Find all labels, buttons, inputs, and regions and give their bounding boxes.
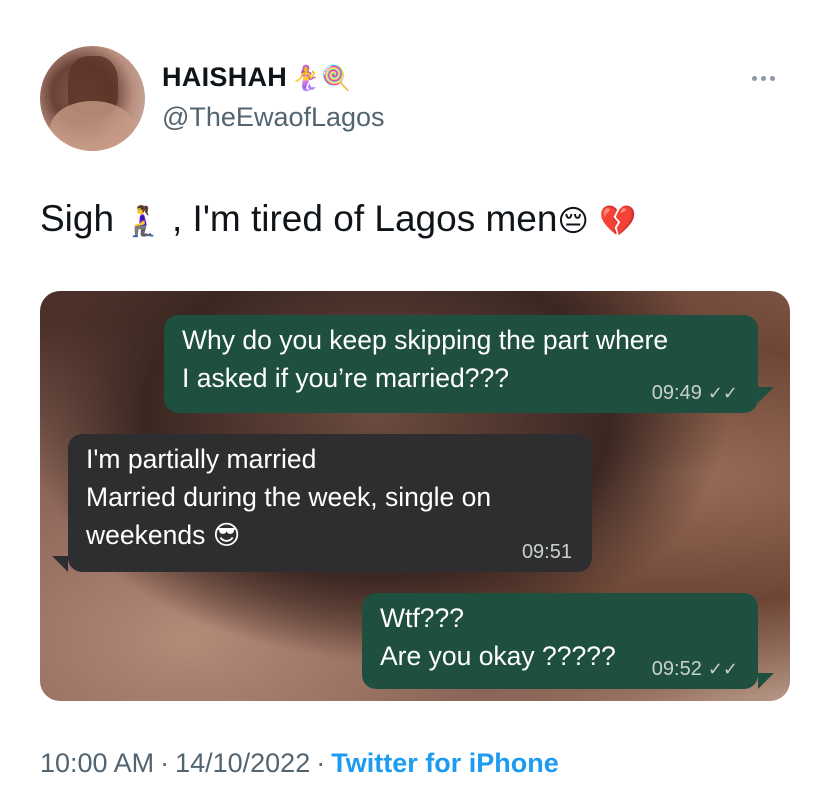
read-ticks-icon: ✓✓ <box>707 659 738 679</box>
separator: · <box>316 748 326 778</box>
message-line: I'm partially married <box>86 444 317 474</box>
tweet-text: Sigh 🧎‍♀️ , I'm tired of Lagos men😔 💔 <box>40 198 636 240</box>
message-line: Married during the week, single on <box>86 482 492 512</box>
chat-bubble-incoming: I'm partially married Married during the… <box>68 434 592 572</box>
broken-heart-icon: 💔 <box>599 205 637 238</box>
message-line: weekends 😎 <box>86 520 241 550</box>
dot <box>752 76 757 81</box>
tweet-media-image[interactable]: Why do you keep skipping the part where … <box>40 291 790 701</box>
message-line: Wtf??? <box>380 603 464 633</box>
separator: · <box>160 748 170 778</box>
tweet-metadata: 10:00 AM · 14/10/2022 · Twitter for iPhone <box>40 748 559 779</box>
avatar[interactable] <box>40 46 145 151</box>
avatar-photo-shape <box>50 101 135 151</box>
dot <box>761 76 766 81</box>
message-time: 09:49 ✓✓ <box>651 382 738 404</box>
display-name-text: HAISHAH <box>162 62 288 92</box>
bubble-tail <box>758 387 774 403</box>
tweet-date[interactable]: 14/10/2022 <box>175 748 310 778</box>
display-name[interactable]: HAISHAH 🧜‍♀️🍭 <box>162 62 351 93</box>
pensive-face-icon: 😔 <box>557 205 589 238</box>
user-handle[interactable]: @TheEwaofLagos <box>162 102 385 133</box>
chat-bubble-outgoing: Wtf??? Are you okay ????? 09:52 ✓✓ <box>362 593 758 689</box>
more-options-icon[interactable] <box>752 68 786 82</box>
tweet-header: HAISHAH 🧜‍♀️🍭 @TheEwaofLagos <box>40 46 790 156</box>
chat-bubble-outgoing: Why do you keep skipping the part where … <box>164 315 758 413</box>
bubble-tail <box>52 556 68 572</box>
kneeling-woman-icon: 🧎‍♀️ <box>124 205 162 238</box>
message-time: 09:51 <box>521 541 572 563</box>
tweet-source-link[interactable]: Twitter for iPhone <box>331 748 559 778</box>
tweet-text-part2: , I'm tired of Lagos men <box>171 198 558 239</box>
tweet-text-part1: Sigh <box>40 198 115 239</box>
read-ticks-icon: ✓✓ <box>707 383 738 403</box>
message-time: 09:52 ✓✓ <box>651 658 738 680</box>
message-line: Why do you keep skipping the part where <box>182 325 669 355</box>
dot <box>770 76 775 81</box>
name-emoji-icons: 🧜‍♀️🍭 <box>291 65 352 92</box>
tweet-time[interactable]: 10:00 AM <box>40 748 154 778</box>
bubble-tail <box>758 673 774 689</box>
